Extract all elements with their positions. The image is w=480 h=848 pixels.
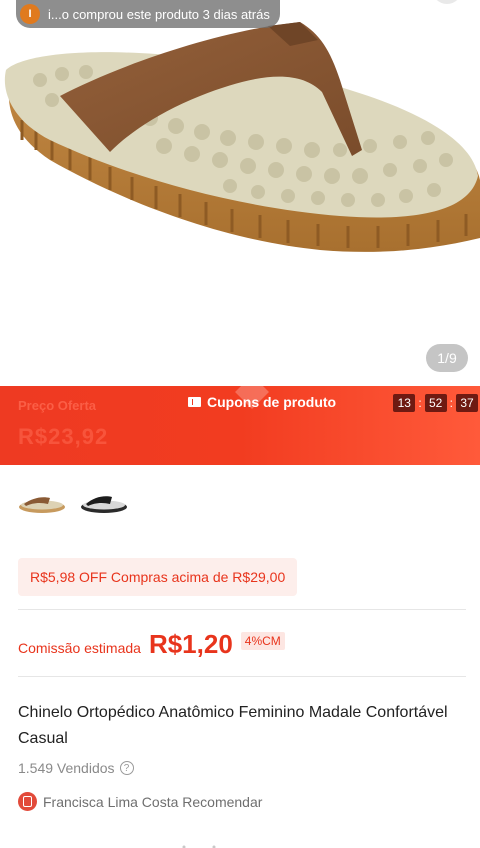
product-coupons-tab[interactable]: Cupons de produto (188, 394, 336, 410)
store-coupon-chip[interactable]: R$5,98 OFF Compras acima de R$29,00 (18, 558, 298, 596)
product-title: Chinelo Ortopédico Anatômico Feminino Ma… (18, 704, 448, 747)
sandal-image (4, 22, 480, 252)
image-page-counter: 1/9 (426, 344, 468, 372)
recent-purchase-text: i...o comprou este produto 3 dias atrás (48, 6, 270, 22)
estimated-commission: Comissão estimada R$1,20 4%CM (18, 626, 285, 662)
recent-purchase-toast: I i...o comprou este produto 3 dias atrá… (16, 0, 280, 28)
commission-value: R$1,20 (148, 628, 233, 659)
sold-count: 1.549 Vendidos ? (18, 760, 134, 776)
commission-label: Comissão estimada (18, 640, 141, 656)
commission-rate-badge: 4%CM (240, 632, 285, 650)
sold-count-text: 1.549 Vendidos (18, 760, 115, 776)
buyer-avatar: I (20, 4, 40, 24)
ticket-icon (188, 397, 201, 407)
variant-black[interactable] (80, 484, 128, 522)
more-content-dots (182, 845, 216, 848)
countdown-timer: 13 : 52 : 37 (393, 394, 478, 412)
recommend-icon (18, 792, 37, 811)
product-image-carousel[interactable]: I i...o comprou este produto 3 dias atrá… (0, 0, 480, 386)
help-icon[interactable]: ? (119, 761, 134, 775)
divider (18, 676, 466, 677)
price-banner: Preço Oferta R$23,92 Cupons de produto 1… (0, 386, 480, 465)
product-page: I i...o comprou este produto 3 dias atrá… (0, 0, 480, 848)
offer-price-label: Preço Oferta (18, 398, 97, 413)
divider (18, 609, 466, 610)
timer-seconds: 37 (456, 394, 478, 412)
recommender-row[interactable]: Francisca Lima Costa Recomendar (18, 792, 262, 811)
recommender-text: Francisca Lima Costa Recomendar (43, 793, 263, 810)
timer-minutes: 52 (424, 394, 447, 412)
variant-brown[interactable] (18, 484, 66, 522)
product-coupons-label: Cupons de produto (207, 394, 337, 410)
offer-price-value: R$23,92 (18, 424, 109, 449)
variant-selector (18, 484, 128, 522)
timer-hours: 13 (393, 394, 416, 412)
